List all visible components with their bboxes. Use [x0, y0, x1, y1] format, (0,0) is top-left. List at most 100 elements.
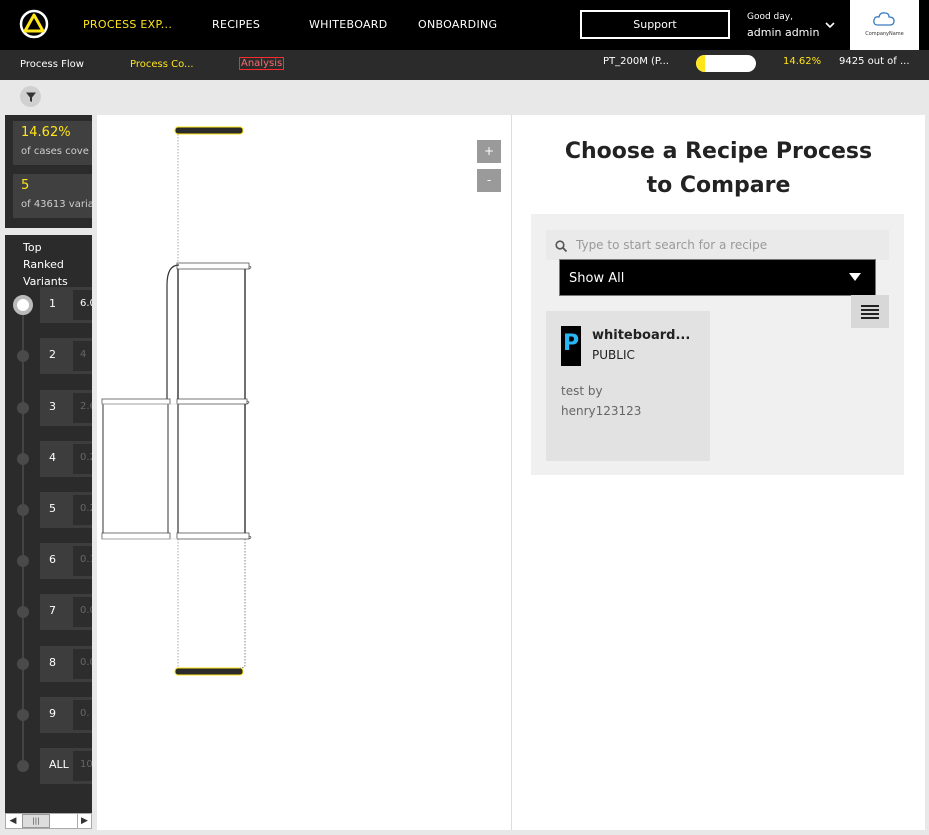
variant-percent: 0.2: [73, 444, 92, 474]
stat-value: 14.62%: [21, 125, 71, 140]
path-edge: [166, 264, 180, 399]
variants-panel: 14.62% of cases cove 5 of 43613 varia To…: [5, 115, 92, 829]
variant-item[interactable]: 32.6: [40, 390, 92, 426]
tab-process-flow[interactable]: Process Flow: [20, 59, 84, 70]
company-name: CompanyName: [865, 31, 904, 37]
variant-percent: 6.0: [73, 290, 92, 320]
variant-percent: 0.0: [73, 597, 92, 627]
recipe-name: whiteboard...: [592, 328, 691, 343]
compare-panel: Choose a Recipe Process to Compare Show …: [512, 115, 925, 830]
activity-node[interactable]: [176, 398, 248, 405]
list-view-button[interactable]: [851, 295, 889, 328]
recipe-desc-line: test by: [561, 384, 603, 398]
filter-row: [0, 80, 929, 114]
start-node[interactable]: [174, 126, 244, 135]
company-logo[interactable]: CompanyName: [850, 0, 919, 50]
dropdown-arrow-icon: [849, 273, 861, 281]
filter-button[interactable]: [20, 86, 41, 107]
tab-process-compare[interactable]: Process Co...: [130, 59, 194, 70]
variant-item[interactable]: 9 0.: [40, 697, 92, 733]
variant-radio[interactable]: [17, 658, 29, 670]
tab-analysis[interactable]: Analysis: [239, 57, 285, 70]
end-node[interactable]: [174, 667, 244, 676]
variant-item[interactable]: 16.0: [40, 287, 92, 323]
variant-item[interactable]: 50.2: [40, 492, 92, 528]
variant-rank: 7: [49, 604, 56, 617]
recipe-filter-select[interactable]: Show All: [559, 259, 876, 296]
search-box[interactable]: [546, 230, 889, 260]
variant-percent: 0.2: [73, 495, 92, 525]
activity-node[interactable]: [101, 532, 171, 540]
chevron-down-icon[interactable]: [823, 18, 837, 32]
scroll-thumb[interactable]: |||: [22, 814, 50, 828]
variant-item[interactable]: 70.0: [40, 594, 92, 630]
process-map[interactable]: [97, 115, 512, 830]
variant-radio[interactable]: [13, 295, 33, 315]
stat-value: 5: [21, 178, 30, 193]
recipe-description: test by henry123123: [561, 381, 641, 421]
process-map-canvas[interactable]: + -: [97, 115, 512, 830]
variant-rank: 1: [49, 297, 56, 310]
coverage-progress-fill: [696, 55, 705, 72]
variant-radio[interactable]: [17, 453, 29, 465]
variant-item[interactable]: 60.1: [40, 543, 92, 579]
variant-rank: 3: [49, 400, 56, 413]
recipe-search-input[interactable]: [576, 235, 876, 255]
support-button[interactable]: Support: [580, 10, 730, 39]
stats-box: 14.62% of cases cove 5 of 43613 varia: [5, 115, 92, 228]
recipe-visibility: PUBLIC: [592, 348, 635, 362]
variant-item[interactable]: 24: [40, 338, 92, 374]
variant-radio[interactable]: [17, 760, 29, 772]
scroll-left-icon[interactable]: ◀: [6, 814, 20, 828]
variant-radio[interactable]: [17, 402, 29, 414]
zoom-out-button[interactable]: -: [477, 169, 501, 192]
activity-node[interactable]: [176, 532, 250, 540]
list-view-icon: [861, 304, 879, 319]
coverage-progress: [696, 55, 756, 72]
greeting: Good day,: [747, 12, 793, 22]
variant-rank: 2: [49, 348, 56, 361]
process-label: PT_200M (P...: [603, 56, 669, 67]
sub-nav: Process Flow Process Co... Analysis PT_2…: [0, 50, 929, 80]
variant-rank: ALL: [49, 758, 69, 771]
recipe-desc-line: henry123123: [561, 404, 642, 418]
nav-recipes[interactable]: RECIPES: [212, 18, 260, 31]
variant-radio[interactable]: [17, 709, 29, 721]
recipe-card[interactable]: P whiteboard... PUBLIC test by henry1231…: [546, 311, 710, 461]
variant-percent: 0.1: [73, 546, 92, 576]
activity-node[interactable]: [176, 262, 250, 270]
variant-item[interactable]: 40.2: [40, 441, 92, 477]
variant-radio[interactable]: [17, 350, 29, 362]
variant-item[interactable]: 80.0: [40, 646, 92, 682]
variant-rank: 6: [49, 553, 56, 566]
top-nav: PROCESS EXP... RECIPES WHITEBOARD ONBOAR…: [0, 0, 929, 50]
variant-percent: 2.6: [73, 393, 92, 423]
scroll-right-icon[interactable]: ▶: [77, 814, 91, 828]
filter-icon: [25, 92, 36, 102]
variants-title: Top Ranked Variants: [23, 241, 68, 288]
variant-percent: 10: [73, 751, 92, 781]
variant-percent: 4: [73, 341, 92, 371]
variant-rank: 5: [49, 502, 56, 515]
variant-radio[interactable]: [17, 504, 29, 516]
variant-percent: 0.: [73, 700, 92, 730]
variant-rank: 4: [49, 451, 56, 464]
variant-radio[interactable]: [17, 606, 29, 618]
cloud-icon: [873, 12, 895, 26]
user-name[interactable]: admin admin: [747, 26, 819, 39]
nav-onboarding[interactable]: ONBOARDING: [418, 18, 497, 31]
recipe-search-area: Show All P whiteboard... PUBLIC test by …: [531, 214, 904, 475]
activity-node[interactable]: [101, 398, 171, 405]
horizontal-scrollbar[interactable]: ◀ ||| ▶: [5, 813, 92, 829]
variant-item[interactable]: ALL 10: [40, 748, 92, 784]
nav-process-explorer[interactable]: PROCESS EXP...: [83, 18, 172, 31]
variant-radio[interactable]: [17, 555, 29, 567]
compare-title: Choose a Recipe Process to Compare: [564, 139, 873, 198]
path-edge: [239, 539, 246, 669]
logo-icon[interactable]: [19, 9, 49, 39]
zoom-in-button[interactable]: +: [477, 140, 501, 163]
coverage-percent: 14.62%: [783, 56, 822, 67]
nav-whiteboard[interactable]: WHITEBOARD: [309, 18, 388, 31]
recipe-badge-icon: P: [561, 326, 581, 366]
variant-percent: 0.0: [73, 649, 92, 679]
